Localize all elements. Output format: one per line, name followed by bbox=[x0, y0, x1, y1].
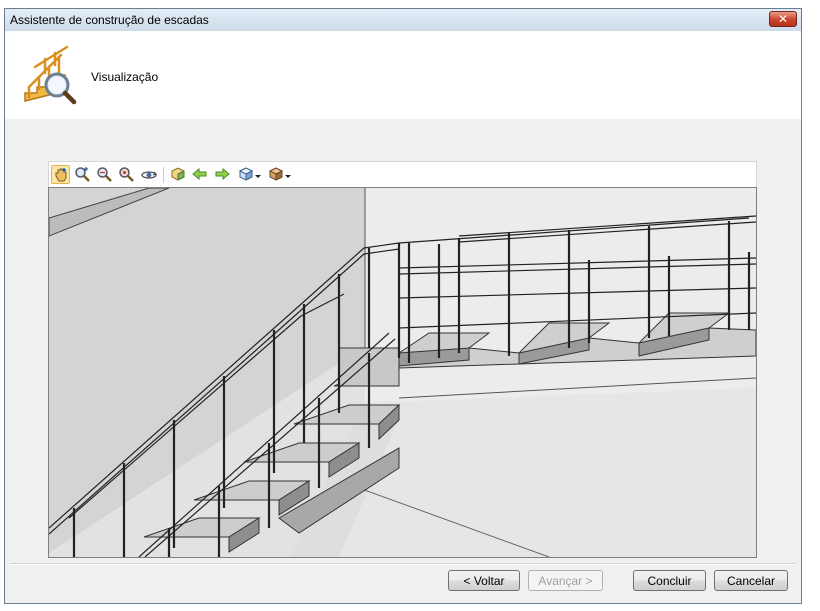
wizard-window: Assistente de construção de escadas ✕ Vi… bbox=[4, 8, 802, 604]
wizard-header: Visualização bbox=[5, 31, 801, 119]
back-button[interactable]: < Voltar bbox=[448, 570, 520, 591]
cancel-button[interactable]: Cancelar bbox=[714, 570, 788, 591]
zoom-window-button[interactable] bbox=[73, 165, 92, 184]
toolbar-separator bbox=[163, 167, 164, 183]
rotate-left-button[interactable] bbox=[191, 165, 210, 184]
3d-view-button[interactable] bbox=[169, 165, 188, 184]
3d-view-icon bbox=[171, 167, 185, 181]
zoom-in-out-icon bbox=[97, 167, 112, 182]
view-cube-dropdown[interactable] bbox=[237, 165, 263, 184]
stair-3d-render bbox=[49, 188, 756, 557]
next-button[interactable]: Avançar > bbox=[528, 570, 603, 591]
render-style-dropdown[interactable] bbox=[267, 165, 293, 184]
orbit-button[interactable] bbox=[139, 165, 158, 184]
finish-button[interactable]: Concluir bbox=[633, 570, 706, 591]
3d-preview-viewport[interactable] bbox=[48, 187, 757, 558]
rotate-left-icon bbox=[192, 167, 207, 181]
zoom-extents-icon bbox=[119, 167, 134, 182]
step-title: Visualização bbox=[91, 70, 159, 84]
pan-tool-icon bbox=[55, 168, 67, 182]
rotate-right-icon bbox=[215, 167, 230, 181]
close-button[interactable]: ✕ bbox=[769, 11, 797, 27]
footer-divider bbox=[10, 563, 796, 565]
orbit-icon bbox=[141, 171, 158, 179]
zoom-extents-button[interactable] bbox=[117, 165, 136, 184]
close-icon: ✕ bbox=[777, 12, 789, 26]
view-cube-dropdown-icon bbox=[238, 167, 261, 181]
render-style-dropdown-icon bbox=[268, 167, 291, 181]
rotate-right-button[interactable] bbox=[213, 165, 232, 184]
zoom-in-out-button[interactable] bbox=[95, 165, 114, 184]
zoom-window-icon bbox=[75, 167, 90, 182]
stair-wizard-magnifier-icon bbox=[24, 45, 77, 105]
pan-tool-button[interactable] bbox=[51, 165, 70, 184]
title-bar[interactable]: Assistente de construção de escadas ✕ bbox=[5, 9, 801, 32]
viewer-toolbar bbox=[48, 161, 757, 187]
window-title: Assistente de construção de escadas bbox=[10, 13, 209, 27]
